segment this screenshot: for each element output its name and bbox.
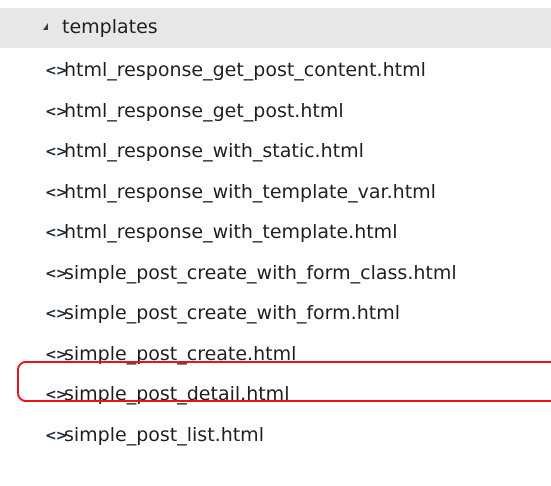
file-item[interactable]: <> simple_post_create_with_form.html [0,294,551,335]
folder-label: templates [62,16,158,38]
folder-templates[interactable]: templates [0,8,551,48]
file-list: <> html_response_get_post_content.html <… [0,51,551,456]
file-label: html_response_get_post.html [64,99,344,122]
file-item[interactable]: <> simple_post_list.html [0,416,551,457]
file-item[interactable]: <> html_response_with_template.html [0,213,551,254]
file-label: simple_post_create_with_form_class.html [64,261,457,284]
file-item[interactable]: <> simple_post_create_with_form_class.ht… [0,254,551,295]
file-label: html_response_with_template_var.html [64,180,436,203]
file-label: simple_post_detail.html [64,383,290,405]
file-item[interactable]: <> html_response_with_static.html [0,132,551,173]
file-item-highlighted[interactable]: <> simple_post_create.html [0,335,551,376]
file-label: html_response_get_post_content.html [64,59,426,81]
file-item[interactable]: <> html_response_with_template_var.html [0,173,551,214]
file-label: simple_post_create_with_form.html [64,302,400,324]
file-label: html_response_with_template.html [64,221,398,243]
file-label: simple_post_create.html [64,342,297,365]
collapse-arrow-icon[interactable] [43,23,48,30]
file-label: html_response_with_static.html [64,140,364,162]
file-label: simple_post_list.html [64,423,264,446]
file-item[interactable]: <> html_response_get_post.html [0,92,551,133]
file-item[interactable]: <> simple_post_detail.html [0,375,551,416]
file-item[interactable]: <> html_response_get_post_content.html [0,51,551,92]
